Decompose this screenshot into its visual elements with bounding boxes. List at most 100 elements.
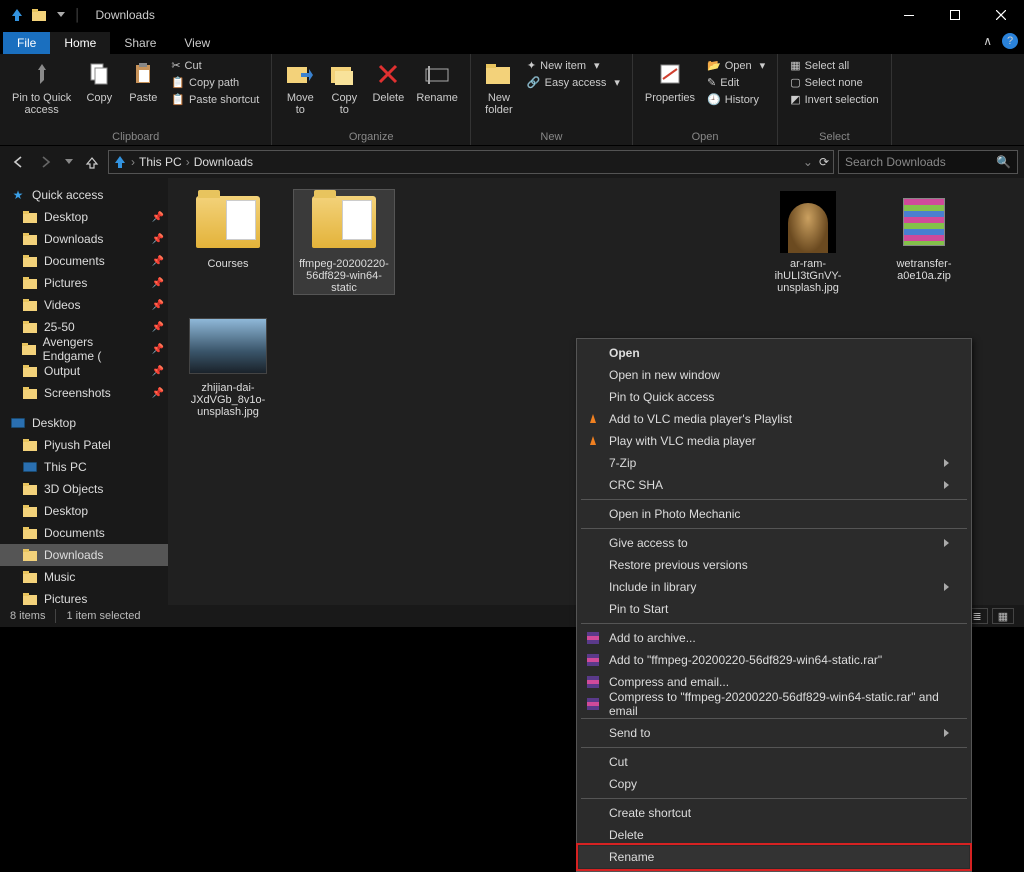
ctx-add-to-rar[interactable]: Add to "ffmpeg-20200220-56df829-win64-st… <box>579 649 969 671</box>
crumb-downloads[interactable]: Downloads <box>194 155 253 169</box>
history-button[interactable]: 🕘History <box>703 92 769 107</box>
ctx-play-vlc[interactable]: Play with VLC media player <box>579 430 969 452</box>
ctx-pin-start[interactable]: Pin to Start <box>579 598 969 620</box>
sidebar-item[interactable]: Output📌 <box>0 360 168 382</box>
sidebar-item[interactable]: Desktop <box>0 500 168 522</box>
pin-quick-access-button[interactable]: Pin to Quick access <box>6 56 77 118</box>
file-label: ar-ram-ihULI3tGnVY-unsplash.jpg <box>758 258 858 294</box>
ctx-give-access[interactable]: Give access to <box>579 532 969 554</box>
close-button[interactable] <box>978 0 1024 30</box>
ctx-open[interactable]: Open <box>579 342 969 364</box>
sidebar-desktop-root[interactable]: Desktop <box>0 412 168 434</box>
tab-file[interactable]: File <box>3 32 50 54</box>
file-item[interactable]: Courses <box>178 190 278 294</box>
ctx-copy[interactable]: Copy <box>579 773 969 795</box>
sidebar-item[interactable]: Downloads📌 <box>0 228 168 250</box>
select-none-button[interactable]: ▢Select none <box>786 75 882 90</box>
ctx-compress-to-email[interactable]: Compress to "ffmpeg-20200220-56df829-win… <box>579 693 969 715</box>
easy-access-button[interactable]: 🔗Easy access▾ <box>523 75 624 90</box>
addr-dropdown-icon[interactable]: ⌄ <box>803 155 813 169</box>
sidebar-item[interactable]: Piyush Patel <box>0 434 168 456</box>
ctx-7zip[interactable]: 7-Zip <box>579 452 969 474</box>
copy-button[interactable]: Copy <box>77 56 121 106</box>
help-icon[interactable]: ? <box>1002 33 1018 49</box>
recent-dropdown[interactable] <box>62 150 76 174</box>
sidebar-item[interactable]: 3D Objects <box>0 478 168 500</box>
tab-view[interactable]: View <box>170 32 224 54</box>
properties-icon <box>654 58 686 90</box>
file-item[interactable]: ffmpeg-20200220-56df829-win64-static <box>294 190 394 294</box>
folder-icon <box>22 209 38 225</box>
ctx-send-to[interactable]: Send to <box>579 722 969 744</box>
ctx-photo-mechanic[interactable]: Open in Photo Mechanic <box>579 503 969 525</box>
file-item[interactable]: wetransfer-a0e10a.zip <box>874 190 974 294</box>
copyto-icon <box>328 58 360 90</box>
qat-dropdown-icon[interactable] <box>52 6 70 24</box>
select-all-button[interactable]: ▦Select all <box>786 58 882 73</box>
open-icon: 📂 <box>707 59 721 72</box>
tab-share[interactable]: Share <box>110 32 170 54</box>
ctx-delete[interactable]: Delete <box>579 824 969 846</box>
open-button[interactable]: 📂Open▾ <box>703 58 769 73</box>
ctx-cut[interactable]: Cut <box>579 751 969 773</box>
icons-view-button[interactable]: ▦ <box>992 608 1014 624</box>
forward-button[interactable] <box>34 150 58 174</box>
ctx-add-vlc-playlist[interactable]: Add to VLC media player's Playlist <box>579 408 969 430</box>
file-item[interactable]: zhijian-dai-JXdVGb_8v1o-unsplash.jpg <box>178 314 278 418</box>
back-button[interactable] <box>6 150 30 174</box>
ctx-rename[interactable]: Rename <box>579 846 969 868</box>
ctx-create-shortcut[interactable]: Create shortcut <box>579 802 969 824</box>
status-selected-count: 1 item selected <box>66 610 140 622</box>
ctx-crc-sha[interactable]: CRC SHA <box>579 474 969 496</box>
sidebar-item[interactable]: Music <box>0 566 168 588</box>
navigation-pane: ★ Quick access Desktop📌Downloads📌Documen… <box>0 178 168 605</box>
file-item[interactable]: ar-ram-ihULI3tGnVY-unsplash.jpg <box>758 190 858 294</box>
edit-button[interactable]: ✎Edit <box>703 75 769 90</box>
cut-button[interactable]: ✂Cut <box>167 58 263 73</box>
ctx-restore-prev[interactable]: Restore previous versions <box>579 554 969 576</box>
file-pane[interactable]: Coursesffmpeg-20200220-56df829-win64-sta… <box>168 178 1024 605</box>
search-placeholder: Search Downloads <box>845 155 946 169</box>
ctx-open-new-window[interactable]: Open in new window <box>579 364 969 386</box>
sidebar-item[interactable]: Pictures📌 <box>0 272 168 294</box>
ctx-pin-quick[interactable]: Pin to Quick access <box>579 386 969 408</box>
pin-icon: 📌 <box>152 234 164 245</box>
sidebar-item[interactable]: This PC <box>0 456 168 478</box>
ctx-add-archive[interactable]: Add to archive... <box>579 627 969 649</box>
qat-folder-icon[interactable] <box>30 6 48 24</box>
file-label: wetransfer-a0e10a.zip <box>874 258 974 282</box>
properties-button[interactable]: Properties <box>639 56 701 106</box>
invert-selection-button[interactable]: ◩Invert selection <box>786 92 882 107</box>
folder-icon <box>22 275 38 291</box>
up-button[interactable] <box>80 150 104 174</box>
ctx-include-library[interactable]: Include in library <box>579 576 969 598</box>
minimize-button[interactable] <box>886 0 932 30</box>
copy-path-button[interactable]: 📋Copy path <box>167 75 263 90</box>
winrar-icon <box>585 630 601 646</box>
maximize-button[interactable] <box>932 0 978 30</box>
sidebar-item[interactable]: Screenshots📌 <box>0 382 168 404</box>
tab-home[interactable]: Home <box>50 32 110 54</box>
move-to-button[interactable]: Move to <box>278 56 322 118</box>
search-box[interactable]: Search Downloads 🔍 <box>838 150 1018 174</box>
sidebar-item[interactable]: Videos📌 <box>0 294 168 316</box>
refresh-button[interactable]: ⟳ <box>819 155 829 169</box>
rename-button[interactable]: Rename <box>410 56 464 106</box>
new-item-button[interactable]: ✦New item▾ <box>523 58 624 73</box>
copy-to-button[interactable]: Copy to <box>322 56 366 118</box>
crumb-this-pc[interactable]: This PC <box>139 155 182 169</box>
paste-shortcut-button[interactable]: 📋Paste shortcut <box>167 92 263 107</box>
sidebar-item[interactable]: Documents <box>0 522 168 544</box>
sidebar-item[interactable]: Pictures <box>0 588 168 605</box>
sidebar-item[interactable]: Avengers Endgame (📌 <box>0 338 168 360</box>
new-folder-button[interactable]: New folder <box>477 56 521 118</box>
ribbon-collapse-icon[interactable]: ∧ <box>983 34 992 48</box>
sidebar-quick-access[interactable]: ★ Quick access <box>0 184 168 206</box>
sidebar-item[interactable]: Downloads <box>0 544 168 566</box>
sidebar-item[interactable]: Desktop📌 <box>0 206 168 228</box>
sidebar-item[interactable]: Documents📌 <box>0 250 168 272</box>
title-bar: │ Downloads <box>0 0 1024 30</box>
delete-button[interactable]: Delete <box>366 56 410 106</box>
paste-button[interactable]: Paste <box>121 56 165 106</box>
address-bar[interactable]: › This PC › Downloads ⌄ ⟳ <box>108 150 834 174</box>
